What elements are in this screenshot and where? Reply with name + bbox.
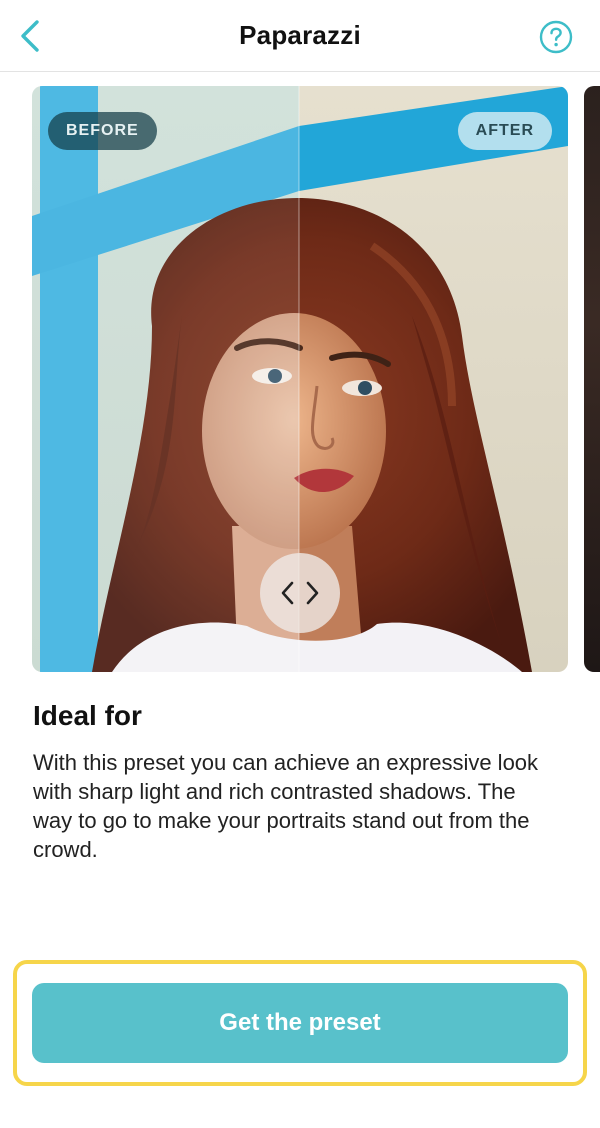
help-button[interactable] [539,20,573,54]
compare-arrows-icon [281,581,319,605]
section-heading: Ideal for [33,700,142,731]
question-circle-icon [539,20,573,54]
nav-header: Paparazzi [0,0,600,72]
before-badge: BEFORE [48,112,157,150]
preview-carousel[interactable]: BEFORE AFTER [0,86,600,674]
before-after-photo[interactable]: BEFORE AFTER [32,86,568,672]
compare-slider-handle[interactable] [260,553,340,633]
preset-description: With this preset you can achieve an expr… [33,750,539,862]
page-title: Paparazzi [239,20,361,50]
get-preset-button[interactable]: Get the preset [32,983,568,1063]
preset-detail-screen: Paparazzi BEFORE AFTER Ideal for With th… [0,0,600,1128]
after-badge: AFTER [457,112,552,150]
next-preview-card[interactable] [584,86,600,672]
